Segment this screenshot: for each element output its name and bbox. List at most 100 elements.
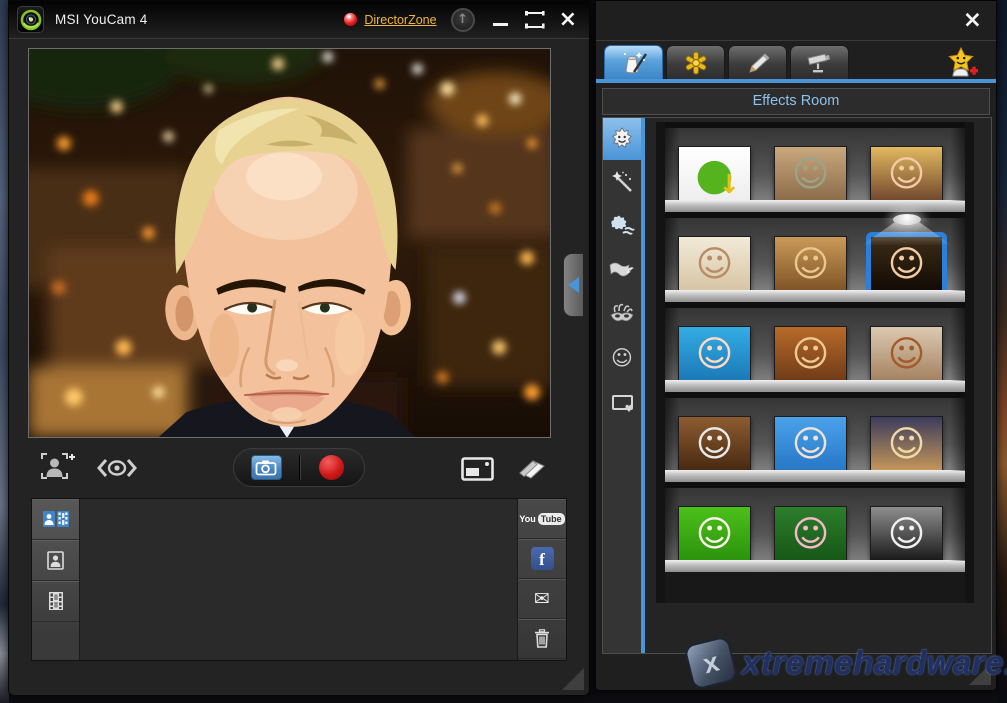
controls-row bbox=[9, 445, 589, 491]
effect-glyph: ☺ bbox=[792, 517, 830, 553]
capture-pill bbox=[233, 448, 365, 487]
effects-shelf: ☺ ☺ ☺ bbox=[665, 302, 965, 392]
category-scenes[interactable] bbox=[603, 248, 641, 292]
effect-thumbnail-classical-statue[interactable]: ☺ bbox=[870, 506, 943, 563]
window-resize-grip[interactable] bbox=[562, 668, 584, 690]
maximize-icon[interactable] bbox=[525, 11, 545, 29]
surveillance-camera-icon bbox=[805, 50, 835, 76]
effects-shelf: ☺ ☺ ☺ bbox=[665, 212, 965, 302]
effect-thumbnail-teddy-bear[interactable]: ☺ bbox=[774, 236, 847, 293]
effect-glyph: ☺ bbox=[888, 337, 926, 373]
tab-gadgets[interactable] bbox=[666, 45, 725, 79]
tab-draw[interactable] bbox=[728, 45, 787, 79]
video-preview bbox=[28, 48, 551, 438]
face-login-icon[interactable] bbox=[41, 453, 75, 488]
add-emotion-effect-icon[interactable] bbox=[940, 45, 982, 79]
eraser-icon[interactable] bbox=[517, 457, 547, 486]
upload-arrow-icon[interactable]: ↑ bbox=[451, 8, 475, 32]
effect-glyph: ☺ bbox=[888, 427, 926, 463]
effect-thumbnail-blonde-woman-avatar[interactable]: ☺ bbox=[870, 416, 943, 473]
category-frames[interactable]: ♥ bbox=[603, 380, 641, 424]
record-icon bbox=[319, 455, 344, 480]
effect-thumbnail-businessman[interactable]: ☺ bbox=[678, 236, 751, 293]
minimize-icon[interactable] bbox=[491, 10, 511, 30]
directorzone-orb-icon bbox=[343, 12, 358, 27]
close-icon[interactable]: × bbox=[963, 7, 982, 33]
share-facebook-button[interactable]: f bbox=[518, 539, 566, 579]
paint-splash-icon bbox=[609, 215, 635, 237]
gold-flower-icon bbox=[683, 50, 709, 76]
effect-glyph: ☺ bbox=[696, 337, 734, 373]
category-magic-effects[interactable] bbox=[603, 160, 641, 204]
active-tab-accent-bar bbox=[596, 79, 996, 83]
window-title: MSI YouCam 4 bbox=[55, 12, 147, 27]
main-window: MSI YouCam 4 DirectorZone ↑ × bbox=[8, 0, 590, 696]
star-face-icon bbox=[610, 127, 634, 151]
effect-glyph: ☺ bbox=[792, 337, 830, 373]
effects-room-header: Effects Room bbox=[602, 88, 990, 115]
camera-snapshot-icon bbox=[251, 455, 282, 480]
frame-heart-icon: ♥ bbox=[612, 395, 633, 410]
effects-shelf: ●↓ ☺ ☺ bbox=[665, 122, 965, 212]
effect-thumbnail-geisha-woman[interactable]: ☺ bbox=[870, 146, 943, 203]
category-avatars[interactable] bbox=[603, 118, 641, 160]
delete-media-button[interactable] bbox=[518, 619, 566, 659]
effects-panel-tabs bbox=[596, 41, 996, 79]
effect-thumbnail-clown[interactable]: ☺ bbox=[678, 326, 751, 383]
effect-thumbnail-terracotta-warrior[interactable]: ☺ bbox=[774, 146, 847, 203]
share-email-button[interactable]: ✉ bbox=[518, 579, 566, 619]
snapshot-button[interactable] bbox=[234, 449, 299, 486]
filter-all-media[interactable] bbox=[32, 499, 79, 540]
filter-videos[interactable] bbox=[32, 581, 79, 622]
eye-tracking-icon[interactable] bbox=[97, 457, 137, 484]
trash-icon bbox=[534, 629, 550, 648]
magic-wand-icon bbox=[610, 170, 634, 194]
media-gallery-empty bbox=[80, 499, 518, 660]
effect-thumbnail-sheep-plush[interactable]: ☺ bbox=[678, 506, 751, 563]
effects-panel: × bbox=[595, 0, 997, 691]
youcam-eye-logo bbox=[17, 6, 44, 33]
close-icon[interactable]: × bbox=[559, 10, 577, 30]
category-emoticons[interactable]: ☺ bbox=[603, 336, 641, 380]
effect-glyph: ☺ bbox=[888, 157, 926, 193]
tab-surveillance[interactable] bbox=[790, 45, 849, 79]
effect-glyph: ☺ bbox=[696, 517, 734, 553]
filmstrip-icon bbox=[48, 591, 64, 611]
tab-effects-room[interactable] bbox=[604, 45, 663, 79]
pencil-icon bbox=[744, 51, 772, 75]
directorzone-label: DirectorZone bbox=[364, 13, 436, 27]
effect-thumbnail-download-more-effects[interactable]: ●↓ bbox=[678, 146, 751, 203]
effects-bookcase: ●↓ ☺ ☺ ☺ ☺ ☺ ☺ ☺ ☺ ☺ ☺ ☺ ☺ ☺ ☺ bbox=[656, 122, 974, 603]
effect-thumbnail-pig-plush[interactable]: ☺ bbox=[774, 506, 847, 563]
magic-hat-icon bbox=[619, 50, 649, 76]
effect-thumbnail-golden-retriever[interactable]: ☺ bbox=[774, 326, 847, 383]
titlebar: MSI YouCam 4 DirectorZone ↑ × bbox=[9, 1, 589, 39]
effect-glyph: ☺ bbox=[792, 247, 830, 283]
share-youtube-button[interactable]: You Tube bbox=[518, 499, 566, 539]
effect-thumbnail-lion-plush[interactable]: ☺ bbox=[774, 416, 847, 473]
collapse-panel-handle[interactable] bbox=[563, 253, 583, 317]
effect-thumbnail-brown-poodle[interactable]: ☺ bbox=[870, 326, 943, 383]
filter-photos[interactable] bbox=[32, 540, 79, 581]
effect-glyph: ☺ bbox=[792, 427, 830, 463]
category-masks[interactable] bbox=[603, 292, 641, 336]
photo-icon bbox=[47, 551, 64, 570]
email-icon: ✉ bbox=[534, 588, 550, 610]
effect-glyph: ☺ bbox=[696, 427, 734, 463]
youtube-icon: You Tube bbox=[519, 513, 564, 525]
record-button[interactable] bbox=[300, 449, 365, 486]
panel-resize-grip[interactable] bbox=[969, 663, 991, 685]
effect-glyph: ☺ bbox=[696, 247, 734, 283]
category-distortions[interactable] bbox=[603, 204, 641, 248]
download-arrow-glyph: ↓ bbox=[718, 170, 740, 200]
media-filter-strip bbox=[32, 499, 80, 660]
category-accent-line bbox=[641, 118, 645, 653]
collapse-left-arrow-icon bbox=[568, 277, 579, 293]
effect-glyph: ☺ bbox=[888, 247, 926, 283]
effect-glyph: ☺ bbox=[792, 157, 830, 193]
effect-thumbnail-lincoln-statue[interactable]: ☺ bbox=[678, 416, 751, 473]
picture-in-picture-icon[interactable] bbox=[461, 457, 494, 486]
effect-categories-strip: ☺ ♥ bbox=[603, 118, 641, 653]
share-strip: You Tube f ✉ bbox=[518, 499, 566, 660]
directorzone-link[interactable]: DirectorZone bbox=[343, 12, 436, 27]
